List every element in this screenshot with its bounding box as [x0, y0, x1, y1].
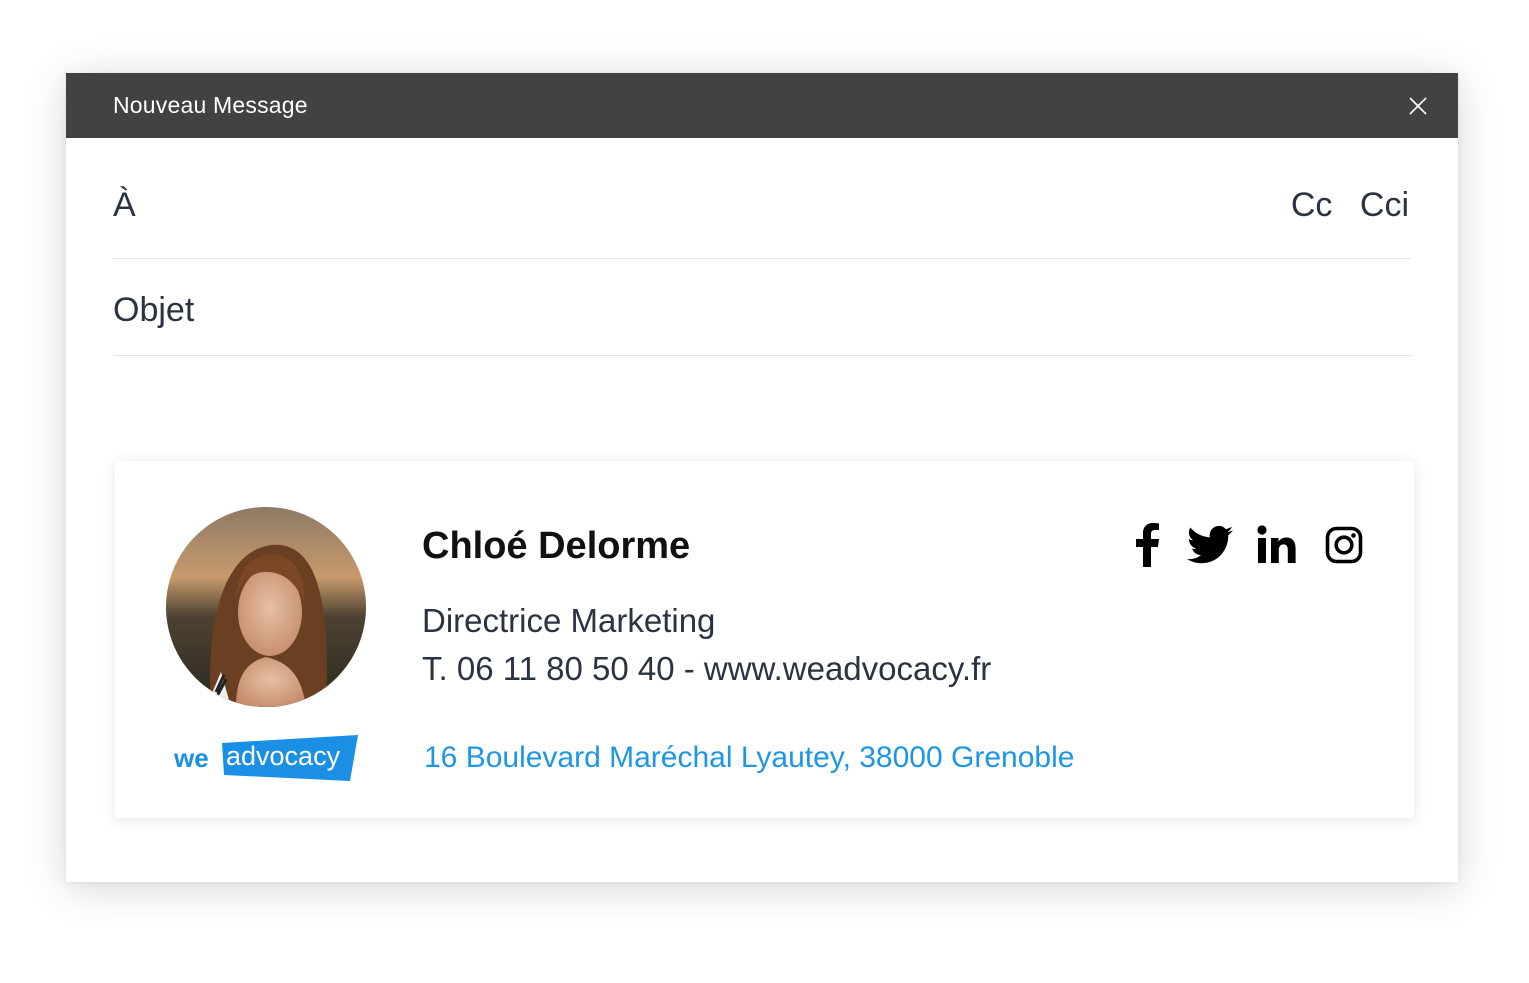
to-label: À: [113, 186, 136, 224]
compose-window: Nouveau Message À Cc Cci Objet we advoca…: [66, 73, 1458, 882]
subject-field[interactable]: Objet: [113, 259, 1411, 356]
bcc-link[interactable]: Cci: [1360, 186, 1409, 224]
cc-bcc-links: Cc Cci: [1273, 186, 1409, 225]
to-field[interactable]: À Cc Cci: [113, 138, 1411, 259]
avatar: [166, 507, 366, 707]
compose-titlebar: Nouveau Message: [66, 73, 1458, 138]
weadvocacy-logo: we advocacy: [173, 735, 358, 781]
svg-text:advocacy: advocacy: [226, 741, 341, 771]
svg-text:we: we: [173, 743, 209, 773]
email-signature: we advocacy Chloé Delorme Directrice Mar…: [115, 461, 1414, 818]
facebook-icon[interactable]: [1133, 523, 1161, 567]
subject-label: Objet: [113, 291, 195, 329]
signature-contact: T. 06 11 80 50 40 - www.weadvocacy.fr: [422, 650, 992, 687]
signature-name: Chloé Delorme: [422, 525, 691, 567]
instagram-icon[interactable]: [1325, 523, 1363, 567]
signature-address[interactable]: 16 Boulevard Maréchal Lyautey, 38000 Gre…: [424, 741, 1074, 775]
compose-title: Nouveau Message: [113, 92, 308, 118]
twitter-icon[interactable]: [1187, 523, 1233, 567]
signature-role: Directrice Marketing: [422, 602, 716, 639]
cc-link[interactable]: Cc: [1291, 186, 1333, 224]
close-icon[interactable]: [1406, 94, 1430, 118]
linkedin-icon[interactable]: [1257, 523, 1297, 567]
